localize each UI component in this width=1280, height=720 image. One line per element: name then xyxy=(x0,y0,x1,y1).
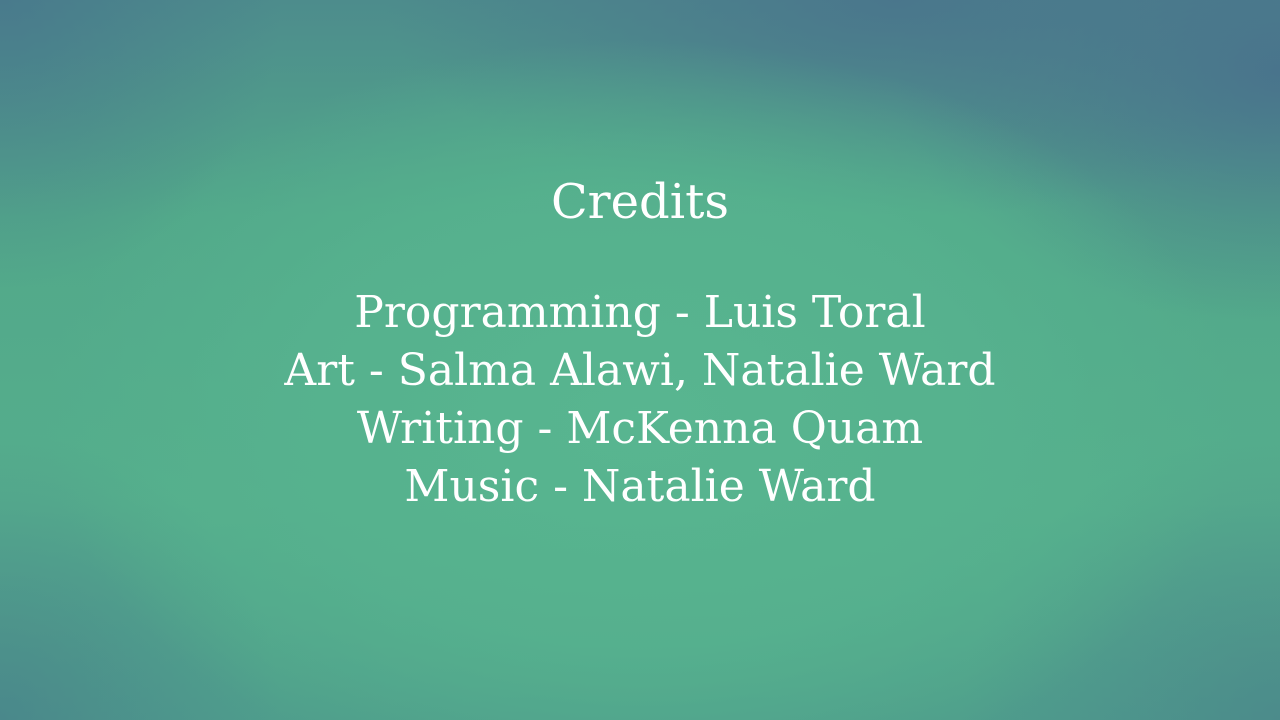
credit-line-writing: Writing - McKenna Quam xyxy=(356,403,924,454)
credit-line-programming: Programming - Luis Toral xyxy=(354,287,926,338)
credit-line-art: Art - Salma Alawi, Natalie Ward xyxy=(284,345,996,396)
credits-list: Programming - Luis Toral Art - Salma Ala… xyxy=(0,284,1280,516)
credits-title: Credits xyxy=(550,174,730,230)
credit-line-music: Music - Natalie Ward xyxy=(404,461,876,512)
